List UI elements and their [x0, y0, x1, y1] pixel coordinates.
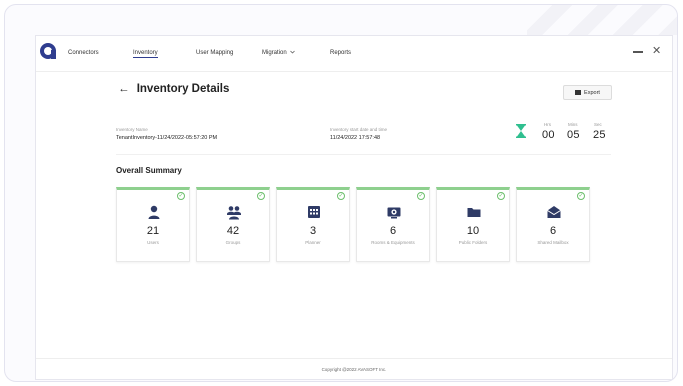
- card-count: 10: [466, 225, 480, 237]
- chevron-down-icon: [290, 51, 296, 54]
- planner-icon: [308, 206, 320, 218]
- card-count: 3: [309, 225, 317, 237]
- summary-card-rooms-equipments[interactable]: ✓ 6 Rooms & Equipments: [356, 187, 430, 262]
- hourglass-icon: [516, 124, 526, 138]
- copyright-text: Copyright @2022 AVASOFT Inc.: [321, 367, 387, 372]
- mailbox-icon: [547, 206, 561, 218]
- timer-mins-value: 05: [567, 129, 580, 141]
- export-button[interactable]: Export: [563, 85, 612, 100]
- close-icon[interactable]: ✕: [652, 44, 661, 57]
- summary-card-public-folders[interactable]: ✓ 10 Public Folders: [436, 187, 510, 262]
- card-count: 21: [146, 225, 160, 237]
- page-title-text: Inventory Details: [136, 83, 230, 95]
- card-label: Planner: [305, 240, 321, 245]
- summary-card-planner[interactable]: ✓ 3 Planner: [276, 187, 350, 262]
- divider: [116, 154, 611, 155]
- export-icon: [575, 90, 582, 95]
- brand-logo-stem: [51, 50, 56, 59]
- nav-migration[interactable]: Migration: [262, 50, 296, 56]
- equipment-icon: [387, 207, 401, 219]
- card-label: Users: [147, 240, 159, 245]
- page-title: ← Inventory Details: [118, 83, 229, 95]
- summary-card-groups[interactable]: ✓ 42 Groups: [196, 187, 270, 262]
- minimize-icon[interactable]: [633, 51, 643, 53]
- decorative-stripes: [527, 5, 677, 35]
- check-circle-icon: ✓: [497, 192, 505, 200]
- app-frame: Connectors Inventory User Mapping Migrat…: [4, 4, 678, 382]
- timer-sec-value: 25: [593, 129, 606, 141]
- inventory-name-label: Inventory Name: [116, 127, 148, 132]
- back-arrow-icon[interactable]: ←: [118, 83, 130, 95]
- overall-summary-title: Overall Summary: [116, 166, 182, 175]
- nav-inventory[interactable]: Inventory: [133, 50, 158, 58]
- card-count: 42: [226, 225, 240, 237]
- nav-user-mapping[interactable]: User Mapping: [196, 50, 233, 56]
- timer-hrs-value: 00: [542, 129, 555, 141]
- card-count: 6: [549, 225, 557, 237]
- card-label: Public Folders: [458, 240, 488, 245]
- user-icon: [148, 205, 160, 219]
- summary-card-users[interactable]: ✓ 21 Users: [116, 187, 190, 262]
- check-circle-icon: ✓: [577, 192, 585, 200]
- check-circle-icon: ✓: [257, 192, 265, 200]
- inventory-name-value: TenantInventory-11/24/2022-05:57:20 PM: [116, 135, 218, 141]
- top-nav: Connectors Inventory User Mapping Migrat…: [36, 36, 672, 72]
- nav-reports[interactable]: Reports: [330, 50, 351, 56]
- timer-sec-label: Sec: [594, 122, 602, 127]
- inventory-date-value: 11/24/2022 17:57:48: [330, 135, 381, 141]
- card-label: Rooms & Equipments: [371, 240, 415, 245]
- export-label: Export: [584, 89, 600, 96]
- card-label: Shared Mailbox: [537, 240, 569, 245]
- nav-connectors[interactable]: Connectors: [68, 50, 99, 56]
- card-label: Groups: [225, 240, 241, 245]
- inventory-date-label: Inventory start date and time: [330, 127, 388, 132]
- card-count: 6: [389, 225, 397, 237]
- footer: Copyright @2022 AVASOFT Inc.: [36, 358, 672, 380]
- app-window: Connectors Inventory User Mapping Migrat…: [35, 35, 673, 380]
- summary-card-shared-mailbox[interactable]: ✓ 6 Shared Mailbox: [516, 187, 590, 262]
- nav-migration-label: Migration: [262, 50, 287, 56]
- timer-mins-label: Mins: [568, 122, 578, 127]
- check-circle-icon: ✓: [417, 192, 425, 200]
- check-circle-icon: ✓: [337, 192, 345, 200]
- check-circle-icon: ✓: [177, 192, 185, 200]
- timer-hrs-label: Hrs: [544, 122, 551, 127]
- folder-icon: [467, 208, 481, 217]
- groups-icon: [227, 206, 241, 220]
